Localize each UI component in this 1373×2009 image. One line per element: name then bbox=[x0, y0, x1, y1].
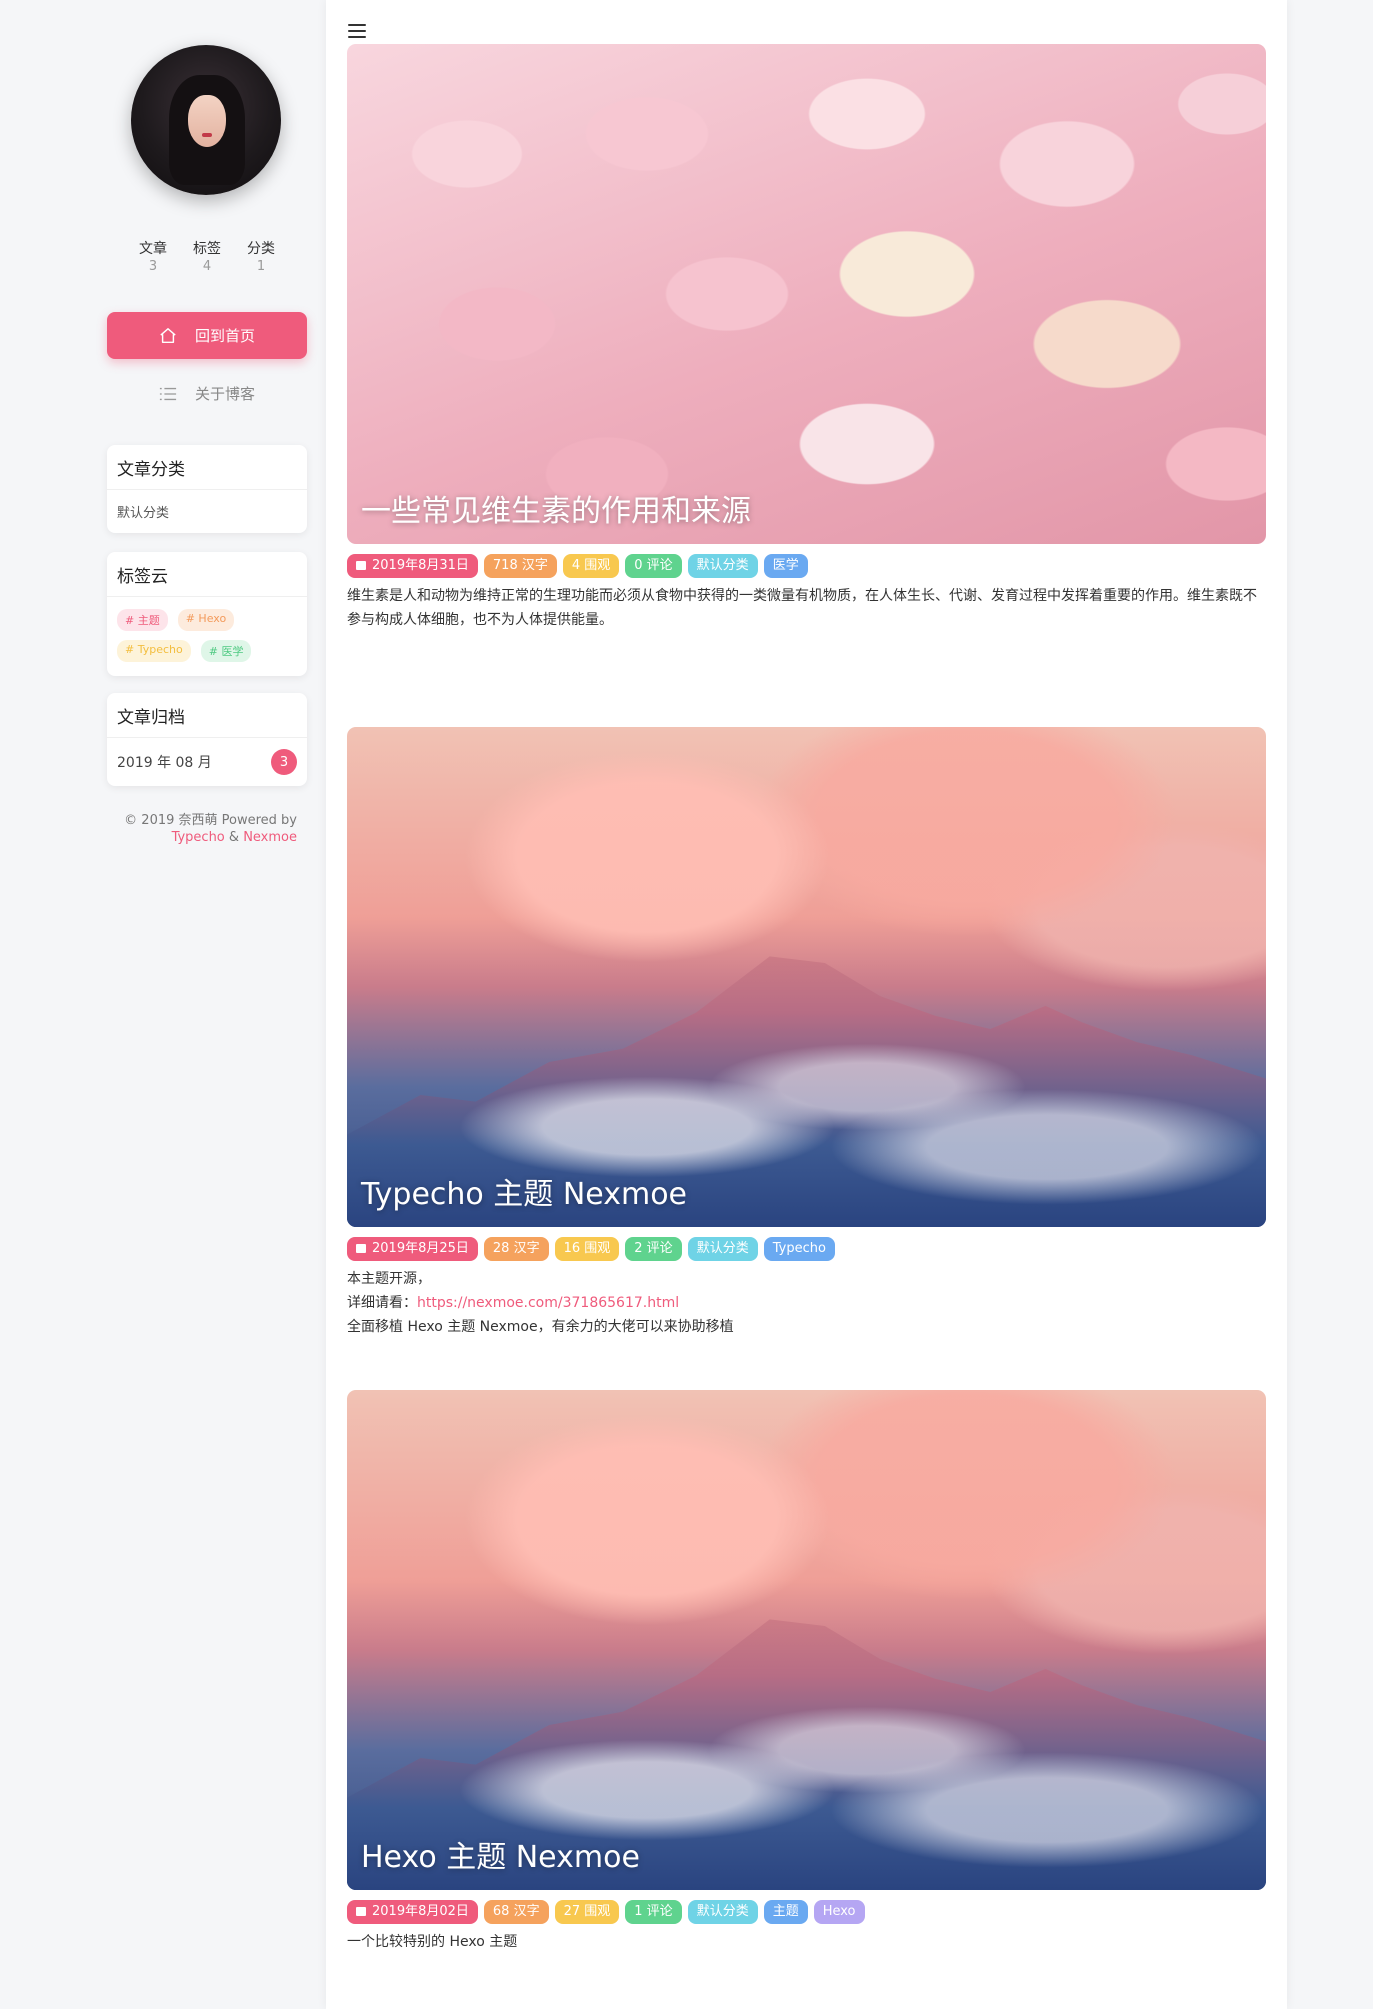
nav-home-button[interactable]: 回到首页 bbox=[107, 312, 307, 359]
post-date: 2019年8月02日 bbox=[372, 1904, 469, 1919]
post-meta: 2019年8月31日 718 汉字 4 围观 0 评论 默认分类 医学 bbox=[347, 554, 1266, 578]
post-title[interactable]: Typecho 主题 Nexmoe bbox=[361, 1169, 687, 1213]
post-title[interactable]: Hexo 主题 Nexmoe bbox=[361, 1832, 640, 1876]
footer-copyright: © 2019 奈西萌 Powered by bbox=[124, 813, 297, 828]
avatar-face bbox=[188, 95, 226, 147]
sidebar: 文章 3 标签 4 分类 1 回到首页 关于博客 文章分类 默认分类 标签云 #… bbox=[0, 0, 326, 2009]
post-cover-image[interactable]: Hexo 主题 Nexmoe bbox=[347, 1390, 1266, 1890]
post-cover-image[interactable]: 一些常见维生素的作用和来源 bbox=[347, 44, 1266, 544]
stat-label: 文章 bbox=[139, 241, 167, 257]
categories-title: 文章分类 bbox=[107, 445, 307, 490]
main-content: 一些常见维生素的作用和来源 2019年8月31日 718 汉字 4 围观 0 评… bbox=[326, 0, 1287, 2009]
post-tag-chip[interactable]: 医学 bbox=[763, 554, 808, 578]
post-date-chip: 2019年8月02日 bbox=[347, 1900, 478, 1924]
avatar-lips bbox=[202, 133, 212, 137]
nav-about-label: 关于博客 bbox=[194, 385, 255, 403]
archive-card: 文章归档 2019 年 08 月 3 bbox=[107, 693, 307, 786]
post-words-chip: 28 汉字 bbox=[483, 1237, 549, 1261]
stat-value: 3 bbox=[148, 259, 158, 274]
post-views-chip: 4 围观 bbox=[562, 554, 620, 578]
post-category-chip[interactable]: 默认分类 bbox=[687, 1237, 758, 1261]
excerpt-link[interactable]: https://nexmoe.com/371865617.html bbox=[417, 1295, 679, 1311]
home-icon bbox=[160, 327, 176, 343]
nav-home-label: 回到首页 bbox=[194, 327, 255, 345]
post-views-chip: 27 围观 bbox=[554, 1900, 620, 1924]
archive-month: 2019 年 08 月 bbox=[117, 755, 212, 771]
nav-about-button[interactable]: 关于博客 bbox=[107, 370, 307, 417]
archive-count-badge: 3 bbox=[271, 749, 297, 775]
menu-icon[interactable] bbox=[348, 24, 366, 38]
archive-item[interactable]: 2019 年 08 月 3 bbox=[107, 738, 307, 786]
calendar-icon bbox=[356, 561, 366, 570]
stat-label: 标签 bbox=[193, 241, 221, 257]
post-category-chip[interactable]: 默认分类 bbox=[687, 554, 758, 578]
post-tag-chip[interactable]: Typecho bbox=[763, 1237, 835, 1261]
post-date-chip: 2019年8月25日 bbox=[347, 1237, 478, 1261]
calendar-icon bbox=[356, 1244, 366, 1253]
post-card: Hexo 主题 Nexmoe 2019年8月02日 68 汉字 27 围观 1 … bbox=[347, 1390, 1266, 1954]
stats: 文章 3 标签 4 分类 1 bbox=[126, 238, 288, 274]
post-tag-chip[interactable]: Hexo bbox=[813, 1900, 865, 1924]
post-excerpt: 本主题开源， 详细请看：https://nexmoe.com/371865617… bbox=[347, 1267, 1266, 1339]
post-views-chip: 16 围观 bbox=[554, 1237, 620, 1261]
stat-categories[interactable]: 分类 1 bbox=[234, 238, 288, 274]
tag-typecho[interactable]: # Typecho bbox=[117, 640, 191, 662]
nexmoe-link[interactable]: Nexmoe bbox=[243, 830, 297, 845]
list-icon bbox=[159, 387, 177, 400]
post-card: Typecho 主题 Nexmoe 2019年8月25日 28 汉字 16 围观… bbox=[347, 727, 1266, 1339]
excerpt-link-label: 详细请看： bbox=[347, 1295, 417, 1311]
post-words-chip: 718 汉字 bbox=[483, 554, 557, 578]
tag-theme[interactable]: # 主题 bbox=[117, 609, 168, 631]
typecho-link[interactable]: Typecho bbox=[172, 830, 225, 845]
stat-posts[interactable]: 文章 3 bbox=[126, 238, 180, 274]
stat-label: 分类 bbox=[247, 241, 275, 257]
tags-title: 标签云 bbox=[107, 552, 307, 597]
post-category-chip[interactable]: 默认分类 bbox=[687, 1900, 758, 1924]
footer-amp: & bbox=[228, 830, 240, 845]
post-comments-chip[interactable]: 1 评论 bbox=[625, 1900, 682, 1924]
excerpt-line: 详细请看：https://nexmoe.com/371865617.html bbox=[347, 1291, 1266, 1315]
calendar-icon bbox=[356, 1907, 366, 1916]
post-date-chip: 2019年8月31日 bbox=[347, 554, 478, 578]
excerpt-line: 全面移植 Hexo 主题 Nexmoe，有余力的大佬可以来协助移植 bbox=[347, 1319, 734, 1335]
footer-links: Typecho & Nexmoe bbox=[107, 829, 297, 846]
stat-value: 1 bbox=[256, 259, 266, 274]
post-comments-chip[interactable]: 2 评论 bbox=[625, 1237, 682, 1261]
archive-title: 文章归档 bbox=[107, 693, 307, 738]
tag-medicine[interactable]: # 医学 bbox=[200, 640, 252, 662]
post-date: 2019年8月25日 bbox=[372, 1241, 469, 1256]
tag-cloud: # 主题 # Hexo # Typecho # 医学 bbox=[107, 597, 307, 676]
post-cover-image[interactable]: Typecho 主题 Nexmoe bbox=[347, 727, 1266, 1227]
post-title[interactable]: 一些常见维生素的作用和来源 bbox=[361, 486, 751, 530]
post-meta: 2019年8月25日 28 汉字 16 围观 2 评论 默认分类 Typecho bbox=[347, 1237, 1266, 1261]
post-comments-chip[interactable]: 0 评论 bbox=[625, 554, 682, 578]
post-tag-chip[interactable]: 主题 bbox=[763, 1900, 808, 1924]
tag-hexo[interactable]: # Hexo bbox=[177, 609, 235, 631]
stat-value: 4 bbox=[202, 259, 212, 274]
tags-card: 标签云 # 主题 # Hexo # Typecho # 医学 bbox=[107, 552, 307, 676]
post-excerpt: 一个比较特别的 Hexo 主题 bbox=[347, 1934, 518, 1950]
excerpt-line: 本主题开源， bbox=[347, 1271, 431, 1287]
sidebar-footer: © 2019 奈西萌 Powered by Typecho & Nexmoe bbox=[107, 812, 297, 846]
post-date: 2019年8月31日 bbox=[372, 558, 469, 573]
categories-card: 文章分类 默认分类 bbox=[107, 445, 307, 533]
post-words-chip: 68 汉字 bbox=[483, 1900, 549, 1924]
category-item[interactable]: 默认分类 bbox=[107, 490, 307, 533]
post-meta: 2019年8月02日 68 汉字 27 围观 1 评论 默认分类 主题 Hexo bbox=[347, 1900, 1266, 1924]
stat-tags[interactable]: 标签 4 bbox=[180, 238, 234, 274]
post-excerpt: 维生素是人和动物为维持正常的生理功能而必须从食物中获得的一类微量有机物质，在人体… bbox=[347, 588, 1257, 628]
avatar[interactable] bbox=[131, 45, 281, 195]
post-card: 一些常见维生素的作用和来源 2019年8月31日 718 汉字 4 围观 0 评… bbox=[347, 44, 1266, 632]
